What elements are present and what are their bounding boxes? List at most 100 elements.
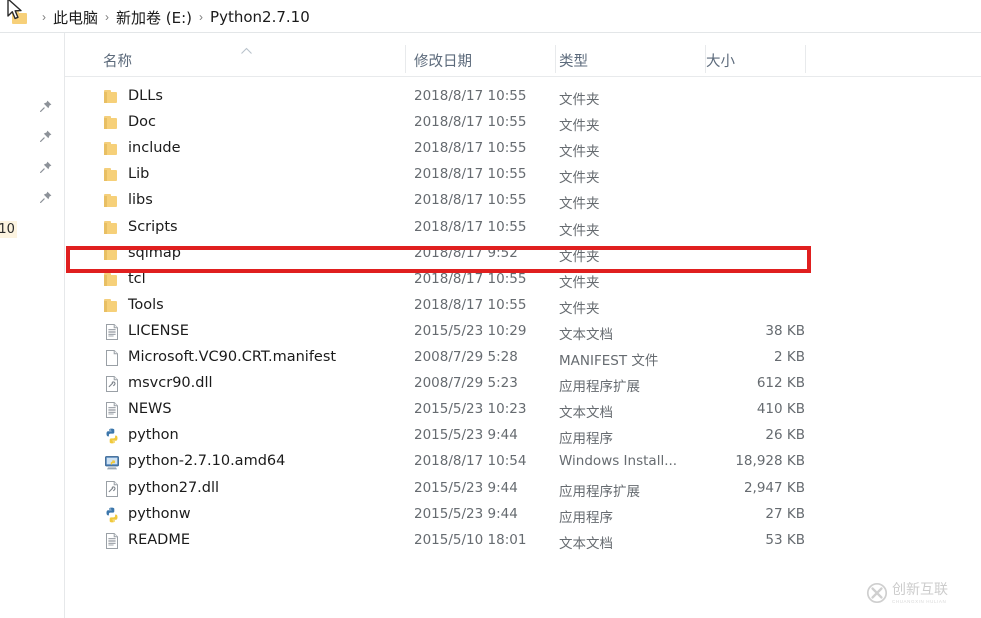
table-row[interactable]: Tools 2018/8/17 10:55 文件夹 [65,293,981,319]
cell-file-type: 文件夹 [559,248,600,265]
cell-file-name: LICENSE [128,322,189,339]
circle-x-logo-icon [866,582,888,604]
table-row[interactable]: Lib 2018/8/17 10:55 文件夹 [65,162,981,188]
cell-file-type: 文件夹 [559,196,600,213]
cell-modified-date: 2015/5/23 10:29 [414,322,527,339]
cell-file-name: Lib [128,166,150,183]
watermark: 创新互联 CHUANGXIN HULIAN [866,575,972,611]
table-row[interactable]: NEWS 2015/5/23 10:23 文本文档 410 KB [65,397,981,423]
table-row[interactable]: README 2015/5/10 18:01 文本文档 53 KB [65,528,981,554]
folder-icon [103,245,121,263]
cell-file-name: python [128,427,179,444]
cell-file-type: 应用程序扩展 [559,379,640,396]
breadcrumb-segment-this-pc[interactable]: 此电脑 [53,7,98,28]
cell-modified-date: 2015/5/10 18:01 [414,531,527,548]
cell-file-name: DLLs [128,88,163,104]
cell-modified-date: 2018/8/17 10:55 [414,114,527,131]
cell-file-name: NEWS [128,401,172,418]
cell-file-type: 应用程序 [559,509,613,526]
header-top-border [65,41,981,42]
cell-file-size: 410 KB [756,401,805,418]
breadcrumb-segment-drive[interactable]: 新加卷 (E:) [116,7,192,28]
cell-file-type: 文件夹 [559,222,600,239]
column-resize-handle[interactable] [805,45,806,73]
folder-icon [103,271,121,289]
cell-file-type: 文本文档 [559,326,613,343]
pin-icon[interactable] [39,190,53,204]
cell-file-name: Tools [128,296,164,313]
table-row[interactable]: libs 2018/8/17 10:55 文件夹 [65,188,981,214]
cell-file-type: 文件夹 [559,170,600,187]
cell-modified-date: 2015/5/23 9:44 [414,427,518,444]
column-header-type[interactable]: 类型 [559,50,588,71]
header-bottom-border [65,76,981,77]
table-row[interactable]: Doc 2018/8/17 10:55 文件夹 [65,110,981,136]
cell-file-name: Scripts [128,218,178,235]
breadcrumb-separator: › [105,10,110,24]
cell-file-type: 文件夹 [559,274,600,291]
breadcrumb[interactable]: › 此电脑 › 新加卷 (E:) › Python2.7.10 [12,5,310,29]
table-row[interactable]: Scripts 2018/8/17 10:55 文件夹 [65,215,981,241]
cell-modified-date: 2018/8/17 10:55 [414,296,527,313]
file-list-view[interactable]: 名称 修改日期 类型 大小 DLLs 2018/8/17 10:55 文件夹 Doc 2018… [65,33,981,618]
table-row[interactable]: python 2015/5/23 9:44 应用程序 26 KB [65,423,981,449]
table-row[interactable]: LICENSE 2015/5/23 10:29 文本文档 38 KB [65,319,981,345]
cell-file-name: include [128,140,181,157]
table-row[interactable]: msvcr90.dll 2008/7/29 5:23 应用程序扩展 612 KB [65,371,981,397]
folder-icon [103,192,121,210]
cell-file-type: 文件夹 [559,300,600,317]
cell-modified-date: 2018/8/17 10:55 [414,192,527,209]
folder-icon [103,140,121,158]
cell-file-type: 应用程序扩展 [559,483,640,500]
column-resize-handle[interactable] [705,45,706,73]
table-row[interactable]: DLLs 2018/8/17 10:55 文件夹 [65,84,981,110]
column-header-date[interactable]: 修改日期 [414,50,472,71]
folder-icon [103,297,121,315]
rail-crumb-python[interactable]: 7.10 [0,221,17,238]
cell-file-type: 文件夹 [559,118,600,135]
cell-modified-date: 2008/7/29 5:23 [414,375,518,392]
breadcrumb-segment-python[interactable]: Python2.7.10 [210,8,310,26]
folder-icon [12,10,27,24]
text-file-icon [103,323,121,341]
cell-file-size: 27 KB [765,505,805,522]
cell-file-name: pythonw [128,505,191,522]
column-header-name[interactable]: 名称 [103,50,132,71]
python-exe-icon [103,427,121,445]
watermark-text: 创新互联 [892,581,948,598]
table-row[interactable]: include 2018/8/17 10:55 文件夹 [65,136,981,162]
cell-file-size: 38 KB [765,322,805,339]
table-row[interactable]: sqlmap 2018/8/17 9:52 文件夹 [65,241,981,267]
cell-file-name: python27.dll [128,479,220,496]
watermark-subtext: CHUANGXIN HULIAN [892,598,947,604]
table-row[interactable]: python27.dll 2015/5/23 9:44 应用程序扩展 2,947 KB [65,476,981,502]
dll-file-icon [103,480,121,498]
cell-file-name: Doc [128,114,157,131]
cell-file-size: 612 KB [756,375,805,392]
blank-file-icon [103,349,121,367]
pin-icon[interactable] [39,99,53,113]
column-header-row[interactable]: 名称 修改日期 类型 大小 [65,41,981,77]
cell-file-size: 2,947 KB [743,479,805,496]
cell-modified-date: 2018/8/17 10:54 [414,453,527,470]
column-resize-handle[interactable] [555,45,556,73]
column-header-size[interactable]: 大小 [706,50,735,71]
address-bar[interactable]: › 此电脑 › 新加卷 (E:) › Python2.7.10 [0,0,981,33]
folder-icon [103,219,121,237]
column-resize-handle[interactable] [405,45,406,73]
table-row[interactable]: pythonw 2015/5/23 9:44 应用程序 27 KB [65,502,981,528]
text-file-icon [103,401,121,419]
cell-file-size: 2 KB [774,349,805,365]
table-row[interactable]: tcl 2018/8/17 10:55 文件夹 [65,267,981,293]
pin-icon[interactable] [39,129,53,143]
pin-icon[interactable] [39,160,53,174]
cell-file-name: python-2.7.10.amd64 [128,453,286,470]
cell-modified-date: 2018/8/17 10:55 [414,88,527,104]
table-row[interactable]: Microsoft.VC90.CRT.manifest 2008/7/29 5:2… [65,345,981,371]
table-row[interactable]: python-2.7.10.amd64 2018/8/17 10:54 Window… [65,449,981,475]
cell-file-type: 文件夹 [559,144,600,161]
cell-file-size: 18,928 KB [735,453,805,470]
navigation-rail: 7.10夹 [0,33,65,618]
cell-file-name: Microsoft.VC90.CRT.manifest [128,349,337,365]
cell-file-type: 文本文档 [559,535,613,552]
